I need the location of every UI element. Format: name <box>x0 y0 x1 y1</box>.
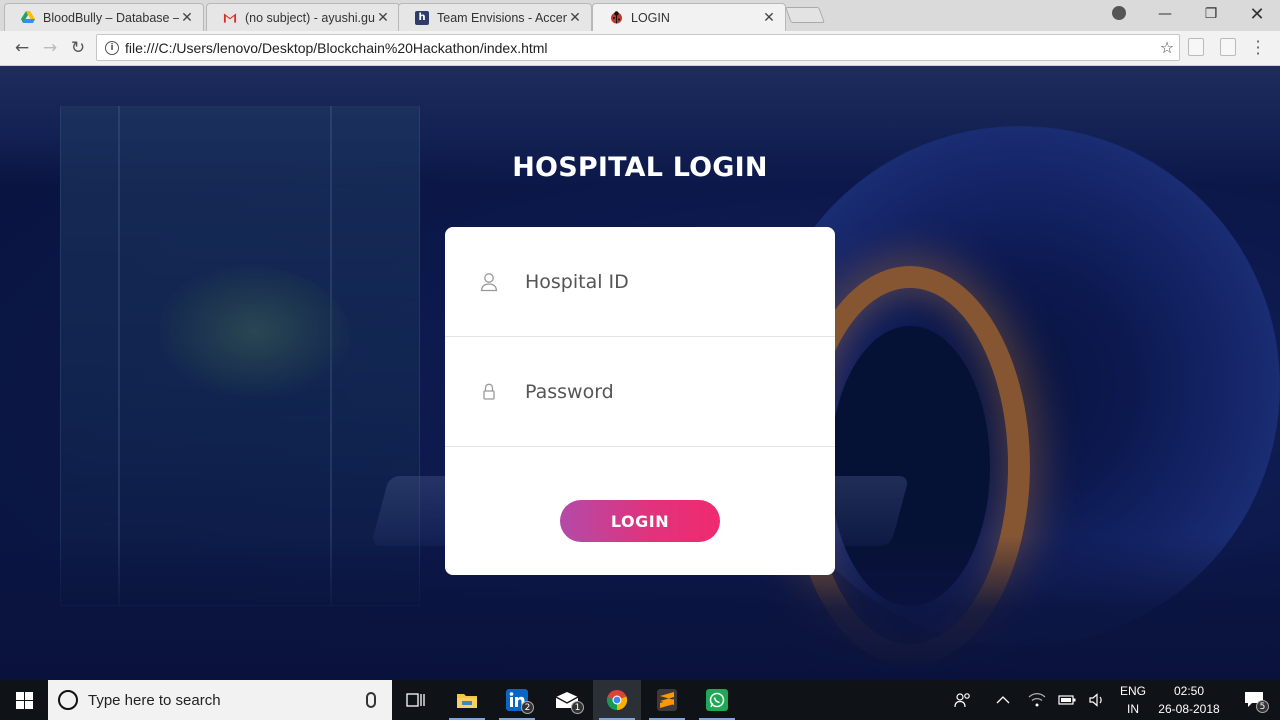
login-card: LOGIN <box>445 227 835 575</box>
password-input[interactable] <box>525 371 815 412</box>
action-center-icon[interactable]: 5 <box>1234 680 1274 720</box>
forward-arrow-icon[interactable]: → <box>38 37 62 59</box>
back-arrow-icon[interactable]: ← <box>10 37 34 59</box>
task-view-icon[interactable] <box>392 680 440 720</box>
notification-count-badge: 5 <box>1256 700 1269 713</box>
tab-title: (no subject) - ayushi.gupt <box>245 10 375 25</box>
mail-badge: 1 <box>571 701 584 714</box>
file-explorer-icon[interactable] <box>443 680 491 720</box>
battery-icon[interactable] <box>1054 680 1080 720</box>
close-tab-icon[interactable]: ✕ <box>761 10 777 26</box>
chevron-up-icon[interactable] <box>990 680 1016 720</box>
windows-logo-icon <box>15 691 33 709</box>
start-button[interactable] <box>0 680 48 720</box>
close-tab-icon[interactable]: ✕ <box>375 10 391 26</box>
tab-title: BloodBully – Database – F <box>43 10 179 25</box>
hospital-id-input[interactable] <box>525 261 815 302</box>
mail-icon[interactable]: 1 <box>543 680 591 720</box>
taskbar-search-box[interactable]: Type here to search <box>48 680 392 720</box>
windows-taskbar: Type here to search 2 1 ENG IN 02:50 26-… <box>0 680 1280 720</box>
browser-tab-strip: BloodBully – Database – F ✕ (no subject)… <box>0 0 1280 31</box>
close-tab-icon[interactable]: ✕ <box>567 10 583 26</box>
system-clock[interactable]: 02:50 26-08-2018 <box>1150 682 1228 718</box>
linkedin-icon[interactable]: 2 <box>493 680 541 720</box>
ladybug-icon <box>609 11 623 25</box>
wifi-icon[interactable] <box>1024 680 1050 720</box>
google-drive-icon <box>21 11 35 25</box>
lock-icon <box>483 383 495 400</box>
address-bar[interactable]: i file:///C:/Users/lenovo/Desktop/Blockc… <box>96 34 1180 61</box>
hospital-id-row <box>445 227 835 337</box>
extension-icon[interactable] <box>1188 38 1204 56</box>
reload-icon[interactable]: ↻ <box>66 37 90 59</box>
tab-bloodbully[interactable]: BloodBully – Database – F ✕ <box>4 3 204 31</box>
clock-time: 02:50 <box>1173 684 1205 698</box>
people-icon[interactable] <box>948 680 978 720</box>
language-code: ENG <box>1119 684 1146 698</box>
chrome-icon[interactable] <box>593 680 641 720</box>
info-icon[interactable]: i <box>105 40 119 55</box>
address-url[interactable]: file:///C:/Users/lenovo/Desktop/Blockcha… <box>125 40 1155 56</box>
password-row <box>445 337 835 447</box>
tab-title: LOGIN <box>631 10 670 25</box>
linkedin-badge: 2 <box>521 701 534 714</box>
close-window-icon[interactable]: ✕ <box>1234 0 1280 28</box>
language-indicator[interactable]: ENG IN <box>1116 682 1150 718</box>
user-profile-icon[interactable] <box>1112 6 1126 20</box>
browser-menu-icon[interactable]: · · · <box>1250 34 1266 62</box>
clock-date: 26-08-2018 <box>1158 702 1220 716</box>
hackerearth-icon: h <box>415 10 429 25</box>
gmail-icon <box>223 11 237 25</box>
cortana-icon[interactable] <box>58 690 78 710</box>
page-viewport: HOSPITAL LOGIN LOGIN <box>0 66 1280 680</box>
browser-toolbar: ← → ↻ i file:///C:/Users/lenovo/Desktop/… <box>0 31 1280 66</box>
page-title: HOSPITAL LOGIN <box>512 152 768 183</box>
minimize-icon[interactable]: — <box>1142 0 1188 28</box>
tab-login[interactable]: LOGIN ✕ <box>592 3 786 31</box>
bookmark-star-icon[interactable]: ☆ <box>1155 38 1179 57</box>
new-tab-button[interactable] <box>785 7 825 23</box>
login-button[interactable]: LOGIN <box>560 500 720 542</box>
tab-title: Team Envisions - Accentu <box>437 10 567 25</box>
tab-team-envisions[interactable]: h Team Envisions - Accentu ✕ <box>398 3 592 31</box>
search-placeholder[interactable]: Type here to search <box>88 692 366 709</box>
sublime-text-icon[interactable] <box>643 680 691 720</box>
user-icon <box>480 272 498 291</box>
restore-window-icon[interactable]: ❐ <box>1188 0 1234 28</box>
volume-icon[interactable] <box>1084 680 1110 720</box>
whatsapp-icon[interactable] <box>693 680 741 720</box>
region-code: IN <box>1127 702 1139 716</box>
close-tab-icon[interactable]: ✕ <box>179 10 195 26</box>
microphone-icon[interactable] <box>366 692 376 708</box>
tab-gmail[interactable]: (no subject) - ayushi.gupt ✕ <box>206 3 400 31</box>
extension-copy-icon[interactable] <box>1220 38 1236 56</box>
